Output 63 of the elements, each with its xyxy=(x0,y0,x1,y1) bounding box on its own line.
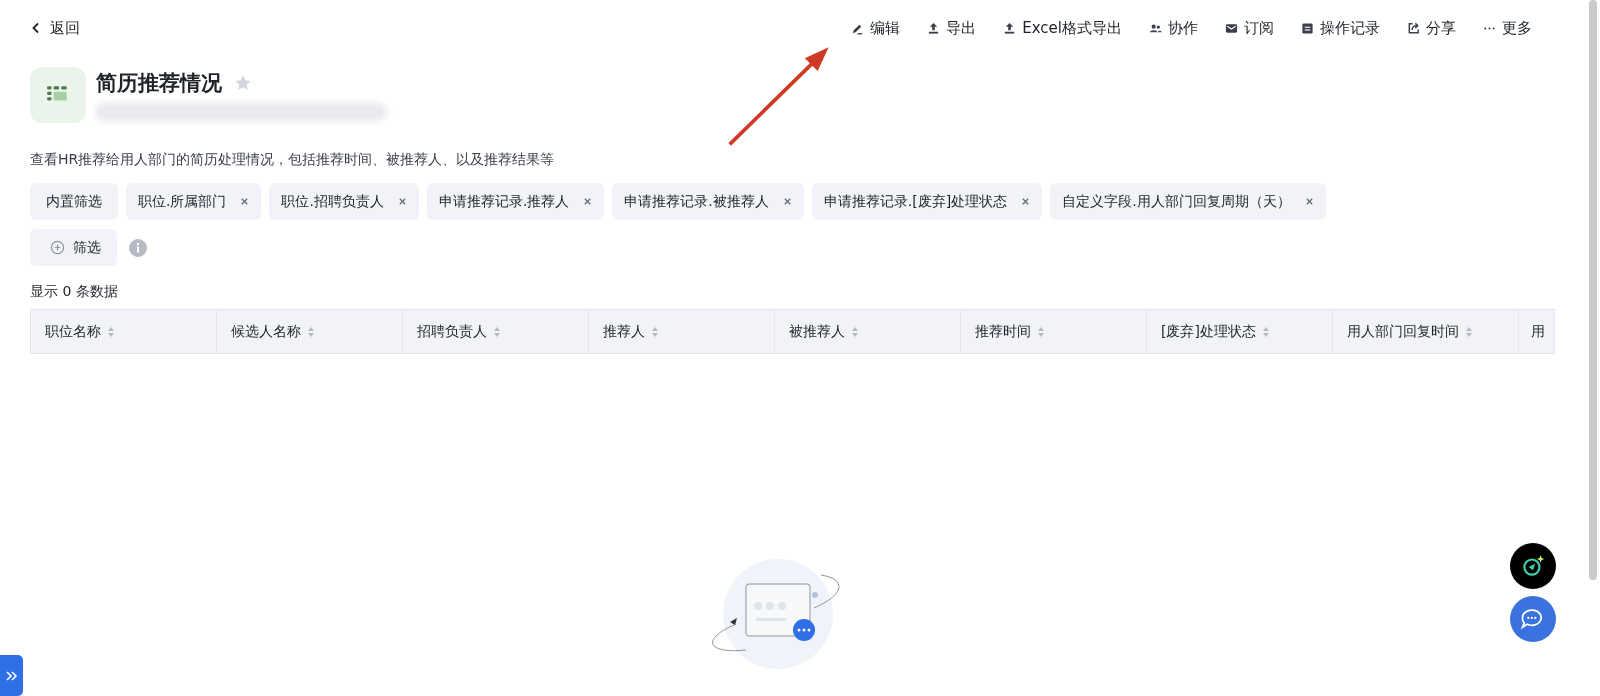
filter-chip[interactable]: 申请推荐记录.推荐人 xyxy=(426,183,605,220)
back-link[interactable]: 返回 xyxy=(30,18,80,38)
close-icon[interactable] xyxy=(1021,197,1031,206)
sort-icon xyxy=(1261,325,1270,338)
sort-icon xyxy=(307,325,315,338)
toolbar-button[interactable]: 操作记录 xyxy=(1301,18,1380,38)
filter-chip[interactable]: 自定义字段.用人部门回复周期（天） xyxy=(1050,183,1326,220)
toolbar-button[interactable]: 编辑 xyxy=(851,18,901,38)
close-icon[interactable] xyxy=(240,197,250,206)
add-filter-button[interactable]: 筛选 xyxy=(30,229,117,266)
document-icon xyxy=(1301,21,1314,35)
filter-label: 自定义字段.用人部门回复周期（天） xyxy=(1062,192,1291,211)
sort-icon xyxy=(651,325,659,338)
column-header[interactable]: 候选人名称 xyxy=(217,310,403,353)
close-icon[interactable] xyxy=(397,197,407,206)
record-count: 显示 0 条数据 xyxy=(30,283,119,301)
toolbar-button[interactable]: 更多 xyxy=(1483,18,1532,38)
compass-icon xyxy=(1520,553,1546,579)
star-icon[interactable] xyxy=(234,74,252,92)
close-icon[interactable] xyxy=(1304,197,1314,206)
sort-icon xyxy=(851,325,859,338)
filter-label: 申请推荐记录.推荐人 xyxy=(438,192,570,211)
toolbar-button[interactable]: 导出 xyxy=(927,18,977,38)
preset-filter-button[interactable]: 内置筛选 xyxy=(30,183,118,220)
plus-circle-icon xyxy=(50,240,65,255)
column-header[interactable]: 推荐人 xyxy=(589,310,775,353)
column-header[interactable]: [废弃]处理状态 xyxy=(1147,310,1333,353)
report-title: 简历推荐情况 xyxy=(96,70,222,97)
sort-icon xyxy=(107,325,115,338)
filter-label: 职位.所属部门 xyxy=(138,192,227,211)
scrollbar[interactable] xyxy=(1589,0,1597,580)
assistant-button[interactable] xyxy=(1510,543,1556,589)
toolbar-button[interactable]: Excel格式导出 xyxy=(1003,18,1122,38)
toolbar-button[interactable]: 协作 xyxy=(1149,18,1198,38)
sort-icon xyxy=(493,325,501,338)
report-description: 查看HR推荐给用人部门的简历处理情况，包括推荐时间、被推荐人、以及推荐结果等 xyxy=(30,151,556,169)
chat-button[interactable] xyxy=(1510,596,1556,642)
sort-icon xyxy=(1037,325,1045,338)
column-header[interactable]: 用 xyxy=(1519,310,1554,353)
column-header[interactable]: 推荐时间 xyxy=(961,310,1147,353)
filter-label: 申请推荐记录.被推荐人 xyxy=(624,192,769,211)
report-icon xyxy=(30,67,86,123)
mail-icon xyxy=(1225,21,1238,35)
toolbar-button[interactable]: 订阅 xyxy=(1225,18,1274,38)
sort-icon xyxy=(1465,325,1473,338)
column-header[interactable]: 招聘负责人 xyxy=(403,310,589,353)
filter-chip[interactable]: 申请推荐记录.[废弃]处理状态 xyxy=(811,183,1043,220)
expand-sidebar-button[interactable] xyxy=(0,655,23,696)
column-header[interactable]: 被推荐人 xyxy=(775,310,961,353)
filter-chip[interactable]: 职位.招聘负责人 xyxy=(269,183,419,220)
column-header[interactable]: 职位名称 xyxy=(31,310,217,353)
column-header[interactable]: 用人部门回复时间 xyxy=(1333,310,1519,353)
upload-icon xyxy=(1003,21,1017,35)
close-icon[interactable] xyxy=(583,197,593,206)
filter-chip[interactable]: 职位.所属部门 xyxy=(126,183,262,220)
share-icon xyxy=(1407,21,1420,35)
double-chevron-icon xyxy=(4,668,19,683)
filter-label: 申请推荐记录.[废弃]处理状态 xyxy=(823,192,1008,211)
toolbar-button[interactable]: 分享 xyxy=(1407,18,1456,38)
upload-icon xyxy=(927,21,941,35)
filter-chip[interactable]: 申请推荐记录.被推荐人 xyxy=(612,183,804,220)
close-icon[interactable] xyxy=(782,197,792,206)
filter-label: 职位.招聘负责人 xyxy=(281,192,384,211)
